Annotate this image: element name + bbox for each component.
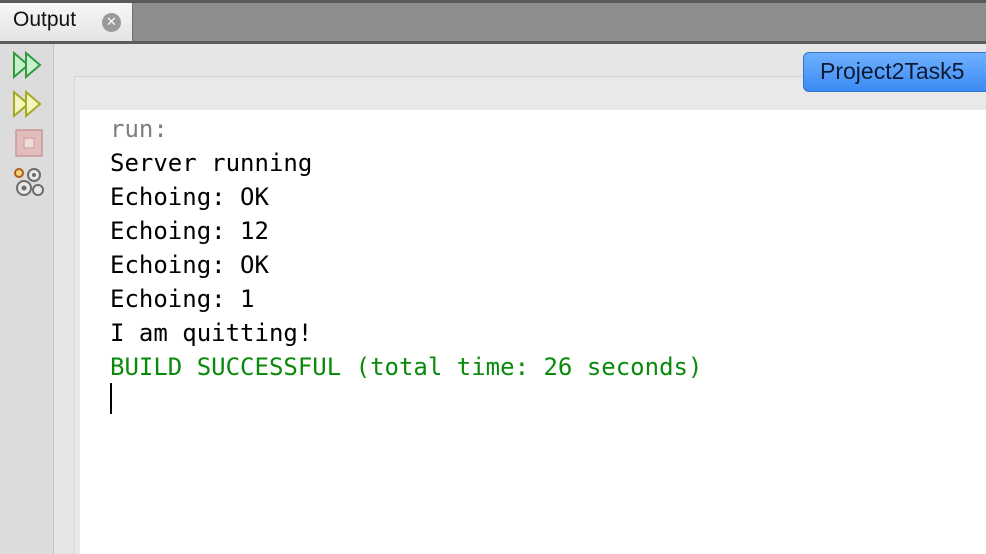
rerun-with-args-icon [13,89,42,119]
output-tab-bar [0,0,986,44]
close-icon[interactable]: ✕ [102,13,121,32]
rerun-with-arguments-button[interactable] [12,89,46,121]
console-line: I am quitting! [110,319,313,347]
console-line: Server running [110,149,313,177]
console-line: Echoing: 12 [110,217,269,245]
settings-icon [14,168,44,196]
console-line: run: [110,115,168,143]
console-lines: run: Server running Echoing: OK Echoing: 12… [110,112,702,384]
console-line: Echoing: OK [110,183,269,211]
tab-project[interactable]: Project2Task5 [803,52,986,92]
output-toolbar [0,44,54,554]
stop-button[interactable] [12,129,46,161]
rerun-button[interactable] [12,50,46,82]
tab-output[interactable]: Output ✕ [0,3,133,41]
console-line: Echoing: OK [110,251,269,279]
tab-bar-divider [0,41,986,44]
console-line: BUILD SUCCESSFUL (total time: 26 seconds… [110,353,703,381]
tab-output-label: Output [13,8,77,31]
text-caret [110,383,112,414]
stop-icon [15,129,43,157]
rerun-icon [13,50,42,80]
settings-button[interactable] [12,166,46,198]
console-line: Echoing: 1 [110,285,255,313]
